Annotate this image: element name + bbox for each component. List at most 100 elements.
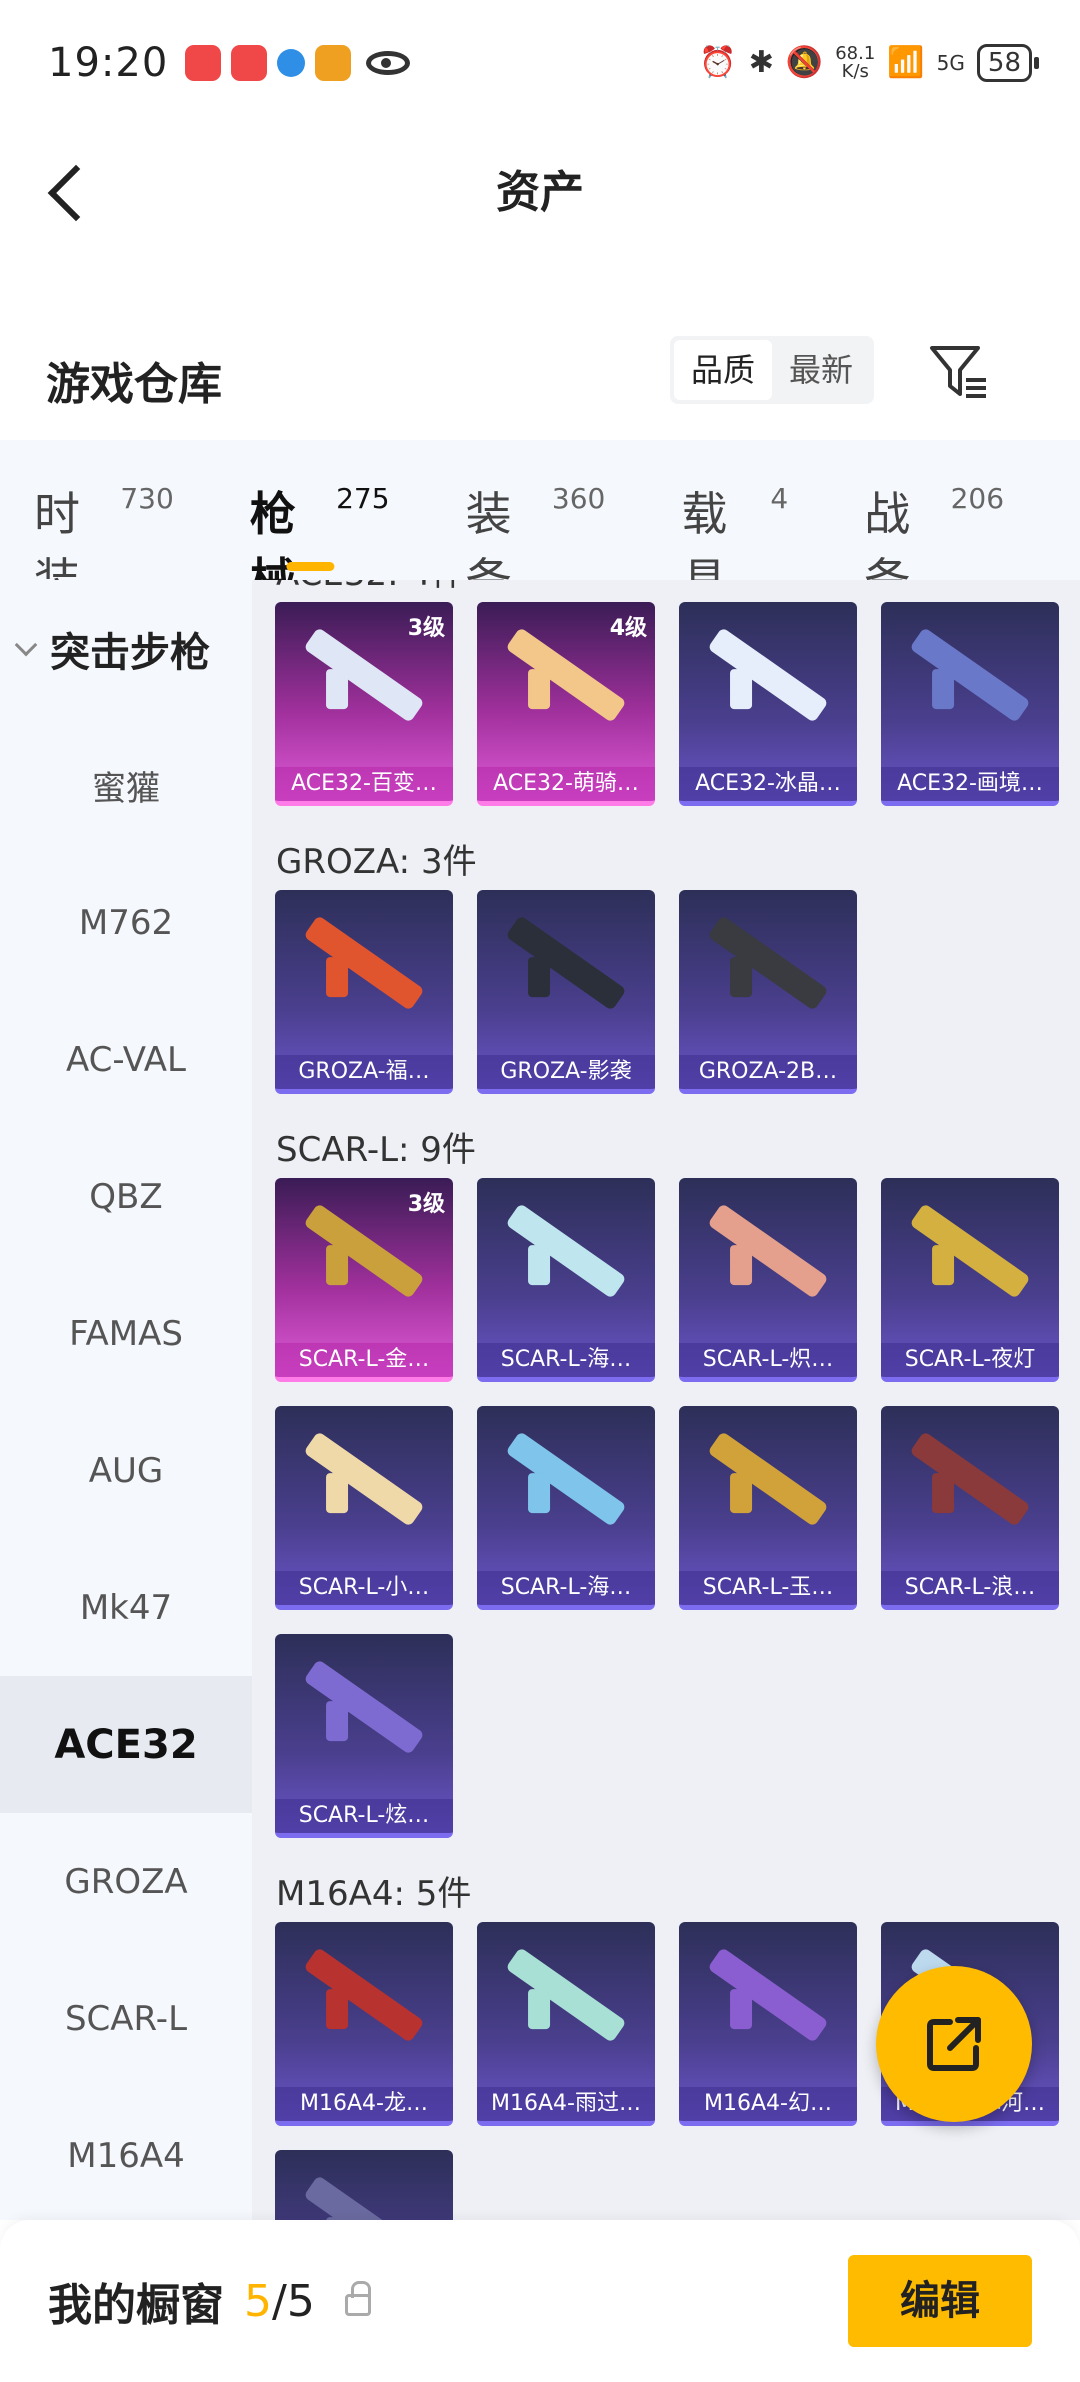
eye-icon — [366, 50, 411, 75]
section-title: GROZA: 3件 — [276, 842, 477, 882]
weapon-skin-image — [303, 2175, 425, 2220]
sidebar-item[interactable]: AC-VAL — [0, 991, 252, 1128]
showcase-count: 5/5 — [244, 2276, 315, 2327]
app-icon — [315, 44, 352, 81]
status-right: ⏰ ✱ 🔕 68.1 K/s 📶 5G 58 — [699, 43, 1040, 82]
skin-card[interactable]: SCAR-L-夜灯 — [881, 1178, 1059, 1382]
section-title: SCAR-L: 9件 — [276, 1130, 476, 1170]
filter-icon[interactable] — [926, 340, 992, 406]
skin-level-badge: 4级 — [609, 616, 647, 641]
skin-card[interactable]: SCAR-L-海… — [477, 1178, 655, 1382]
weapon-skin-image — [909, 627, 1031, 723]
sort-option-quality[interactable]: 品质 — [674, 340, 772, 400]
sidebar-item[interactable]: Mk47 — [0, 1539, 252, 1676]
back-icon[interactable] — [36, 155, 106, 225]
skin-card[interactable] — [275, 2150, 453, 2220]
warehouse-header: 游戏仓库 — [0, 320, 1080, 440]
section-title: ACE32: 4件 — [276, 580, 465, 595]
warehouse-title: 游戏仓库 — [46, 359, 222, 410]
chevron-down-icon — [14, 633, 38, 656]
sidebar-item[interactable]: SCAR-L — [0, 1950, 252, 2087]
bluetooth-icon: ✱ — [748, 45, 774, 80]
showcase-title: 我的橱窗 — [48, 2280, 224, 2331]
skin-name: GROZA-2B… — [679, 1055, 857, 1089]
skin-card[interactable]: GROZA-影袭 — [477, 890, 655, 1094]
weapon-skin-image — [303, 1431, 425, 1527]
skin-name: GROZA-福… — [275, 1055, 453, 1089]
skin-level-badge: 3级 — [407, 1192, 445, 1217]
sidebar-item[interactable]: M16A4 — [0, 2087, 252, 2224]
net-speed: 68.1 K/s — [835, 44, 875, 81]
weapon-type-sidebar: 突击步枪 蜜獾 M762 AC-VAL QBZ FAMAS AUG Mk47 A… — [0, 580, 252, 2220]
tab-count: 206 — [950, 482, 1005, 515]
weapon-skin-image — [505, 1431, 627, 1527]
skin-name: ACE32-萌骑… — [477, 767, 655, 801]
skin-name: ACE32-百变… — [275, 767, 453, 801]
tab-count: 360 — [551, 482, 606, 515]
skin-name: SCAR-L-海… — [477, 1571, 655, 1605]
weapon-skin-image — [707, 1203, 829, 1299]
weapon-skin-image — [909, 1431, 1031, 1527]
sidebar-item[interactable]: GROZA — [0, 1813, 252, 1950]
lock-icon — [344, 2281, 371, 2316]
skin-card[interactable]: 3级 SCAR-L-金… — [275, 1178, 453, 1382]
skin-card[interactable]: M16A4-幻… — [679, 1922, 857, 2126]
tab-count: 275 — [336, 482, 390, 515]
weapon-skin-image — [707, 1947, 829, 2043]
weapon-skin-image — [303, 1947, 425, 2043]
share-button[interactable] — [876, 1966, 1032, 2122]
skin-card[interactable]: M16A4-龙… — [275, 1922, 453, 2126]
weapon-skin-image — [303, 1659, 425, 1755]
skin-card[interactable]: SCAR-L-炽… — [679, 1178, 857, 1382]
sidebar-item[interactable]: FAMAS — [0, 1265, 252, 1402]
sidebar-item[interactable]: 蜜獾 — [0, 717, 252, 854]
skin-card[interactable]: SCAR-L-小… — [275, 1406, 453, 1610]
sidebar-group-assault-rifles[interactable]: 突击步枪 — [0, 580, 252, 717]
showcase-total: 5 — [286, 2275, 315, 2327]
skin-name: ACE32-画境… — [881, 767, 1059, 801]
section-title: M16A4: 5件 — [276, 1874, 472, 1914]
sort-toggle: 品质 最新 — [670, 336, 874, 404]
edit-button[interactable]: 编辑 — [848, 2255, 1032, 2347]
skin-card[interactable]: SCAR-L-浪… — [881, 1406, 1059, 1610]
weapon-skin-image — [505, 627, 627, 723]
nav-header: 资产 — [0, 125, 1080, 250]
weapon-skin-image — [303, 1203, 425, 1299]
skin-card[interactable]: ACE32-画境… — [881, 602, 1059, 806]
showcase-used: 5 — [244, 2275, 272, 2327]
skin-name: GROZA-影袭 — [477, 1055, 655, 1089]
showcase-separator: / — [272, 2275, 287, 2327]
skin-card[interactable]: M16A4-雨过… — [477, 1922, 655, 2126]
skin-name: SCAR-L-炽… — [679, 1343, 857, 1377]
skin-card[interactable]: SCAR-L-海… — [477, 1406, 655, 1610]
sidebar-item[interactable]: QBZ — [0, 1128, 252, 1265]
skin-name: SCAR-L-夜灯 — [881, 1343, 1059, 1377]
sidebar-item-selected[interactable]: ACE32 — [0, 1676, 252, 1813]
sidebar-item[interactable]: M762 — [0, 854, 252, 991]
sidebar-item[interactable]: AUG — [0, 1402, 252, 1539]
weapon-skin-image — [707, 915, 829, 1011]
skin-name: SCAR-L-海… — [477, 1343, 655, 1377]
battery-icon: 58 — [976, 43, 1040, 82]
status-bar: 19:20 ⏰ ✱ 🔕 68.1 K/s 📶 5G 58 — [0, 0, 1080, 125]
tab-count: 4 — [770, 482, 789, 515]
skin-card[interactable]: ACE32-冰晶… — [679, 602, 857, 806]
skin-card[interactable]: SCAR-L-玉… — [679, 1406, 857, 1610]
skin-card[interactable]: GROZA-福… — [275, 890, 453, 1094]
skin-name: SCAR-L-浪… — [881, 1571, 1059, 1605]
skin-name: ACE32-冰晶… — [679, 767, 857, 801]
sort-option-newest[interactable]: 最新 — [772, 340, 870, 400]
external-link-icon — [927, 2017, 981, 2071]
skin-name: M16A4-幻… — [679, 2087, 857, 2121]
skin-level-badge: 3级 — [407, 616, 445, 641]
weapon-skin-image — [909, 1203, 1031, 1299]
skin-card[interactable]: SCAR-L-炫… — [275, 1634, 453, 1838]
weapon-skin-image — [303, 627, 425, 723]
skin-card[interactable]: 4级 ACE32-萌骑… — [477, 602, 655, 806]
skin-name: M16A4-龙… — [275, 2087, 453, 2121]
skin-card[interactable]: 3级 ACE32-百变… — [275, 602, 453, 806]
tab-active-indicator — [286, 562, 335, 571]
skin-name: SCAR-L-小… — [275, 1571, 453, 1605]
skin-card[interactable]: GROZA-2B… — [679, 890, 857, 1094]
app-notification-icon — [231, 44, 268, 81]
